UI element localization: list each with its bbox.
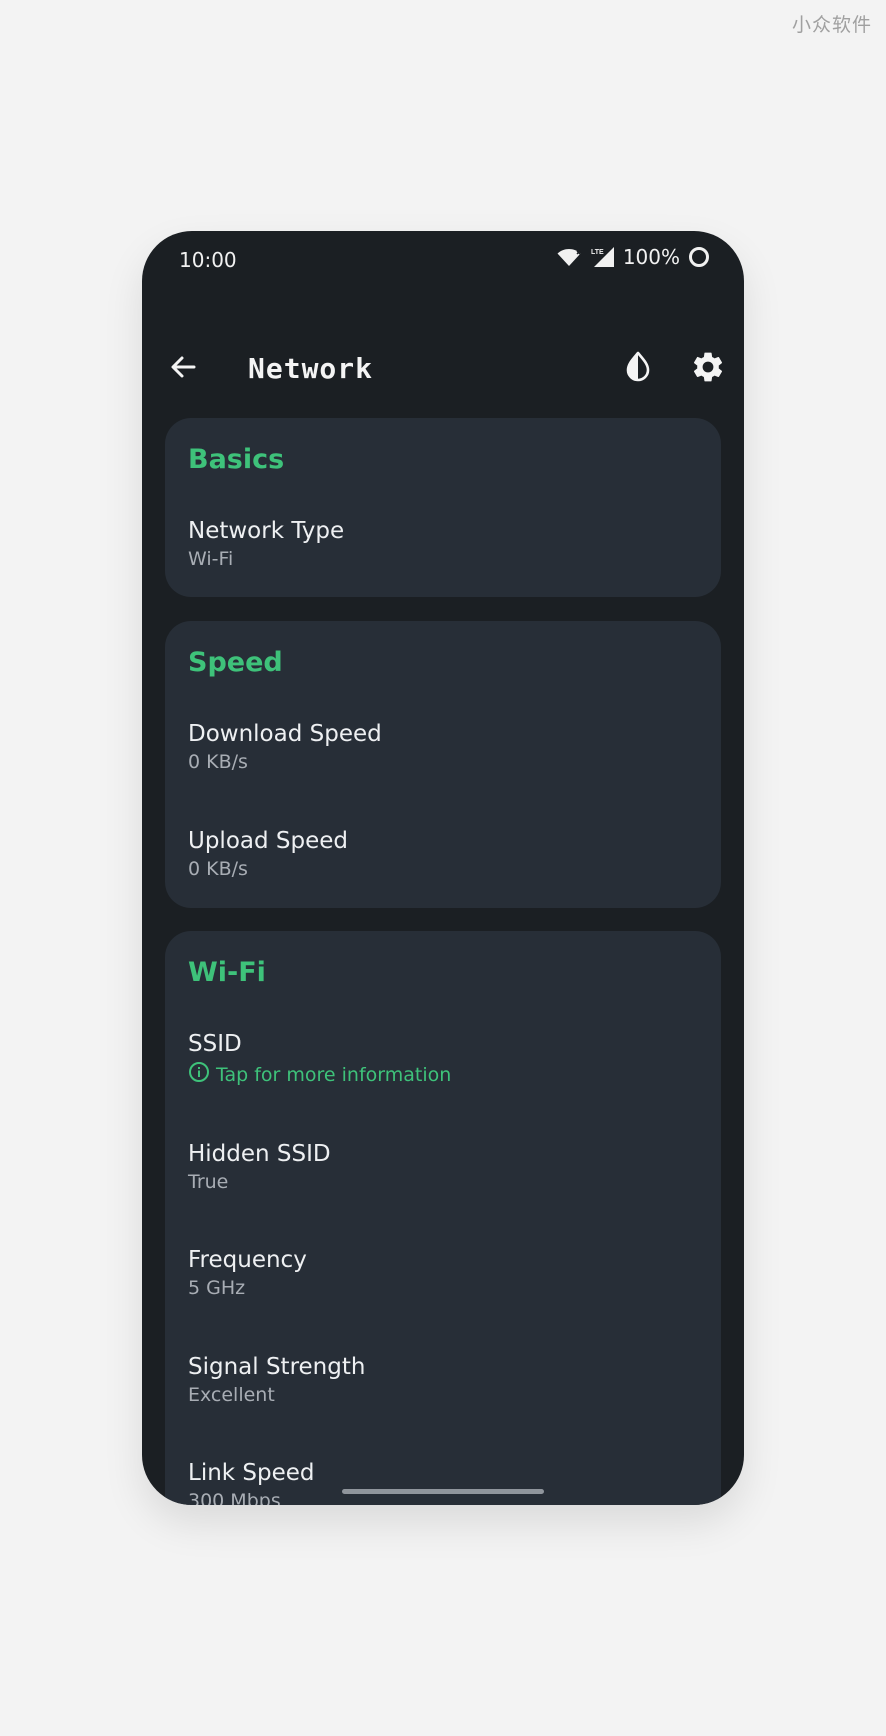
watermark: 小众软件 (791, 14, 872, 36)
gear-icon[interactable] (690, 349, 726, 385)
battery-ring-icon (688, 246, 710, 268)
page-title: Network (248, 352, 374, 385)
item-label: SSID (188, 1031, 242, 1057)
list-item-hidden-ssid[interactable]: Hidden SSID True (165, 1141, 721, 1201)
info-icon (188, 1061, 210, 1088)
item-label: Signal Strength (188, 1354, 366, 1380)
item-value: 0 KB/s (188, 751, 248, 773)
battery-level: 100% (622, 245, 680, 269)
item-value: True (188, 1171, 229, 1193)
basics-card: Basics Network Type Wi-Fi (165, 418, 721, 597)
section-title-basics: Basics (188, 444, 285, 475)
contrast-icon[interactable] (620, 349, 656, 385)
item-label: Download Speed (188, 721, 382, 747)
app-bar: Network (142, 331, 744, 403)
list-item-ssid[interactable]: SSID Tap for more information (165, 1031, 721, 1091)
item-label: Frequency (188, 1247, 307, 1273)
status-icons: LTE 100% (557, 245, 710, 269)
item-value: Excellent (188, 1384, 275, 1406)
item-value: 5 GHz (188, 1277, 246, 1299)
item-value: 300 Mbps (188, 1490, 281, 1505)
item-label: Network Type (188, 518, 345, 544)
item-label: Upload Speed (188, 828, 349, 854)
list-item-download-speed[interactable]: Download Speed 0 KB/s (165, 721, 721, 781)
status-time: 10:00 (179, 248, 237, 272)
list-item-signal-strength[interactable]: Signal Strength Excellent (165, 1354, 721, 1414)
status-bar: 10:00 LTE 100% (142, 231, 744, 291)
list-item-link-speed[interactable]: Link Speed 300 Mbps (165, 1460, 721, 1505)
phone-screen: 10:00 LTE 100% Network Basics Network Ty… (142, 231, 744, 1505)
list-item-network-type[interactable]: Network Type Wi-Fi (165, 518, 721, 578)
lte-signal-icon: LTE (589, 246, 615, 268)
ssid-info-text: Tap for more information (216, 1063, 452, 1086)
speed-card: Speed Download Speed 0 KB/s Upload Speed… (165, 621, 721, 908)
back-arrow-icon[interactable] (166, 349, 202, 385)
section-title-speed: Speed (188, 647, 283, 678)
wifi-icon (557, 247, 581, 267)
list-item-upload-speed[interactable]: Upload Speed 0 KB/s (165, 828, 721, 888)
wifi-card: Wi-Fi SSID Tap for more information Hidd… (165, 931, 721, 1505)
item-label: Link Speed (188, 1460, 315, 1486)
item-value: Wi-Fi (188, 548, 234, 570)
list-item-frequency[interactable]: Frequency 5 GHz (165, 1247, 721, 1307)
section-title-wifi: Wi-Fi (188, 957, 266, 988)
item-value: 0 KB/s (188, 858, 248, 880)
item-label: Hidden SSID (188, 1141, 331, 1167)
svg-text:LTE: LTE (591, 249, 604, 256)
ssid-info[interactable]: Tap for more information (188, 1061, 451, 1088)
home-indicator[interactable] (342, 1489, 544, 1494)
